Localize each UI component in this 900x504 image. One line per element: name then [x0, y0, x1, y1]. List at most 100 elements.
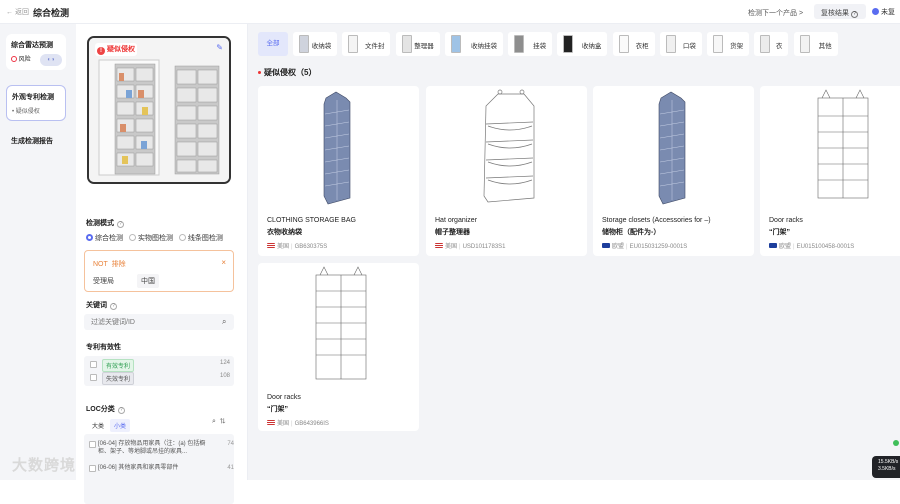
mode-photo[interactable]: 实物图检测 [128, 234, 173, 242]
risk-label: 风险 [18, 57, 31, 63]
card-title-cn: 衣物收纳袋 [267, 229, 302, 236]
category-thumb [348, 35, 359, 53]
loc-label: LOC分类 [86, 406, 115, 413]
region-name: 美国 [445, 244, 458, 250]
category-name: 收纳盒 [581, 43, 602, 50]
loc-tools: ⌕ ⇅ [212, 418, 225, 426]
not-filter-box: NOT 排除 × 受理局 中国 [84, 250, 234, 292]
loc-item-count: 74 [227, 441, 234, 447]
category-item[interactable]: 货架 [707, 32, 750, 56]
help-icon: ? [110, 303, 117, 310]
mode-line-drawing[interactable]: 线条图检测 [178, 234, 223, 242]
category-item[interactable]: 收纳盒 [557, 32, 608, 56]
eu-flag-icon [602, 243, 610, 248]
patent-drawing [315, 266, 367, 380]
status-dot-icon [872, 8, 879, 15]
mode-label: 检测模式 [86, 220, 114, 227]
result-card[interactable]: Door racks “门架” 美国 | GB643966IS [258, 263, 419, 431]
top-bar: ← 返回 综合检测 检测下一个产品 > 复核结果 ? 未复 [0, 0, 900, 24]
page-title: 综合检测 [33, 8, 70, 18]
search-icon[interactable]: ⌕ [222, 317, 226, 327]
compare-icon: ◐◑ [40, 54, 62, 66]
result-card[interactable]: Hat organizer 帽子整理器 美国 | USD1011783S1 [426, 86, 587, 256]
review-results-button[interactable]: 复核结果 ? [814, 4, 866, 19]
sort-icon[interactable]: ⇅ [220, 418, 226, 425]
category-all[interactable]: 全部 [258, 32, 288, 56]
upload-speed: 15.5KB/s [878, 459, 899, 465]
category-thumb [760, 35, 771, 53]
us-flag-icon [435, 243, 443, 248]
card-title-cn: “门架” [267, 406, 288, 413]
category-name: 货架 [730, 43, 744, 50]
category-item[interactable]: 挂袋 [508, 32, 553, 56]
status-dot-icon [893, 440, 899, 446]
product-image [89, 38, 229, 182]
keyword-label: 关键词 [86, 302, 107, 309]
category-item[interactable]: 文件封 [342, 32, 391, 56]
results-area: 全部 收纳袋 文件封 整理器 收纳挂袋 挂袋 收纳盒 衣柜 口袋 货架 衣 其他… [248, 24, 900, 480]
category-name: 文件封 [364, 43, 385, 50]
help-icon: ? [117, 221, 124, 228]
card-title-cn: “门架” [769, 229, 790, 236]
loc-item[interactable]: [06-04] 存放物品用家具（注：(a) 包括橱柜、架子、等地脚或吊挂的家具.… [89, 440, 234, 456]
nav-radar-label: 综合雷达预测 [11, 42, 53, 49]
category-item[interactable]: 其他 [793, 32, 838, 56]
category-item[interactable]: 收纳袋 [293, 32, 338, 56]
mode-radio-group: 综合检测 实物图检测 线条图检测 [86, 233, 227, 243]
watermark-logo: 大数跨境 [12, 457, 77, 474]
office-value[interactable]: 中国 [137, 274, 159, 288]
card-region: 美国 | USD1011783S1 [435, 241, 506, 250]
category-name: 收纳袋 [311, 43, 332, 50]
product-photo[interactable]: ! 疑似侵权 ✎ [87, 36, 231, 184]
back-link[interactable]: ← 返回 [6, 7, 29, 17]
card-title-en: Hat organizer [435, 217, 478, 224]
result-card[interactable]: Door racks “门架” 欧盟 | EU015100458-0001S [760, 86, 900, 256]
mode-comprehensive[interactable]: 综合检测 [86, 234, 123, 242]
magic-wand-icon[interactable]: ✎ [216, 43, 223, 52]
nav-design-label: 外观专利检测 [12, 94, 54, 101]
category-item[interactable]: 衣 [754, 32, 789, 56]
category-name: 衣 [775, 43, 783, 50]
patent-drawing [323, 91, 351, 205]
not-keyword: NOT [93, 261, 108, 268]
category-name: 其他 [818, 43, 832, 50]
card-region: 欧盟 | EU015031259-0001S [602, 241, 687, 250]
mode-heading: 检测模式? [86, 218, 124, 228]
keyword-input[interactable] [84, 314, 234, 330]
nav-generate-report[interactable]: 生成检测报告 [6, 130, 66, 158]
validity-option-valid[interactable]: 有效专利 124 [90, 359, 230, 372]
loc-item-text: [06-04] 存放物品用家具（注：(a) 包括橱柜、架子、等地脚或吊挂的家具.… [98, 441, 206, 455]
tab-major-class[interactable]: 大类 [88, 419, 108, 432]
mode-option-label: 实物图检测 [137, 235, 173, 242]
validity-option-expired[interactable]: 失效专利 108 [90, 372, 230, 385]
eu-flag-icon [769, 243, 777, 248]
close-icon[interactable]: × [221, 258, 226, 267]
category-item[interactable]: 衣柜 [612, 32, 655, 56]
result-card[interactable]: Storage closets (Accessories for –) 储物柜（… [593, 86, 754, 256]
category-item[interactable]: 口袋 [659, 32, 702, 56]
next-product-link[interactable]: 检测下一个产品 > [748, 8, 803, 18]
patent-id: GB630375S [294, 244, 328, 250]
category-item[interactable]: 收纳挂袋 [444, 32, 503, 56]
category-thumb [799, 35, 810, 53]
card-title-en: Door racks [267, 394, 301, 401]
search-icon[interactable]: ⌕ [212, 418, 216, 425]
nav-design-patent[interactable]: 外观专利检测 • 疑似侵权 [6, 85, 66, 121]
card-title-cn: 储物柜（配件为-） [602, 229, 661, 236]
category-thumb [450, 35, 461, 53]
recheck-button[interactable]: 未复 [872, 7, 895, 17]
category-bar: 全部 收纳袋 文件封 整理器 收纳挂袋 挂袋 收纳盒 衣柜 口袋 货架 衣 其他 [258, 32, 900, 58]
patent-id: EU015100458-0001S [796, 244, 855, 250]
category-name: 挂袋 [533, 43, 547, 50]
category-thumb [299, 35, 310, 53]
nav-radar-prediction[interactable]: 综合雷达预测 风险 ◐◑ [6, 34, 66, 70]
card-region: 欧盟 | EU015100458-0001S [769, 241, 854, 250]
tab-minor-class[interactable]: 小类 [110, 419, 131, 432]
result-card[interactable]: CLOTHING STORAGE BAG 衣物收纳袋 美国 | GB630375S [258, 86, 419, 256]
card-region: 美国 | GB643966IS [267, 418, 329, 427]
loc-item[interactable]: [06-06] 其他家具和家具零部件 41 [89, 464, 234, 472]
category-item[interactable]: 整理器 [395, 32, 440, 56]
patent-drawing [817, 89, 869, 199]
office-label: 受理局 [93, 278, 114, 285]
region-name: 欧盟 [612, 244, 625, 250]
